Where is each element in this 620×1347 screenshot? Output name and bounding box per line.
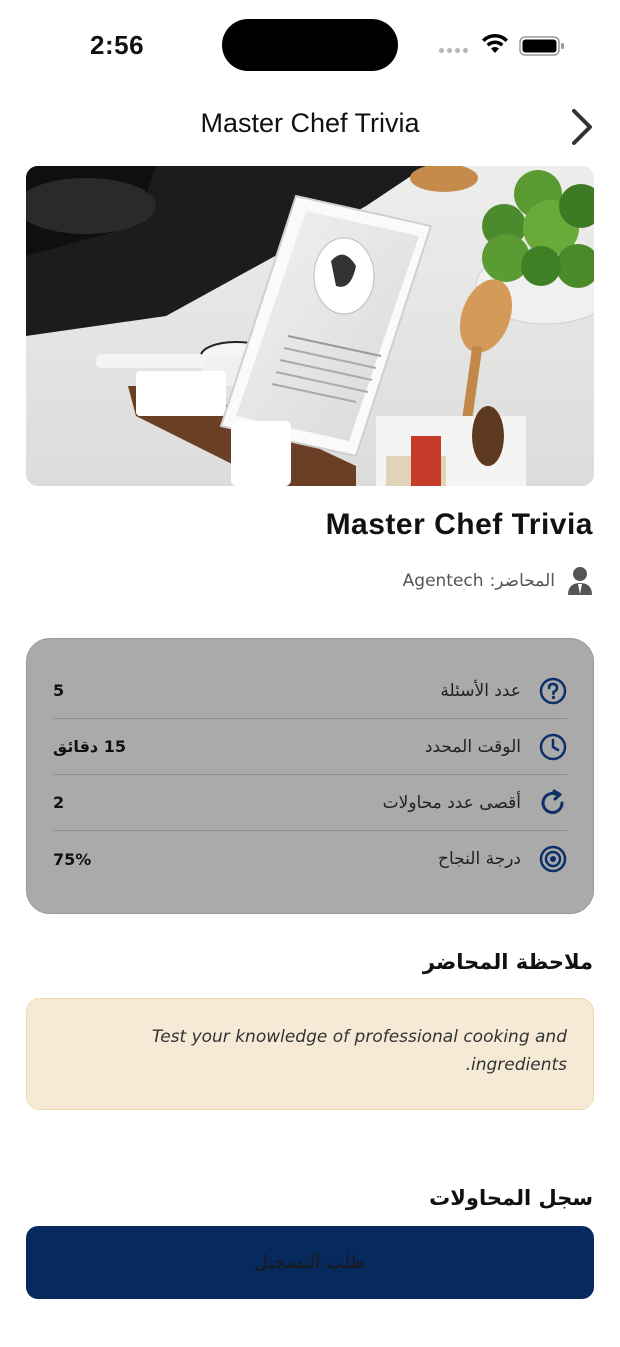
- register-button-label: طلب التسجيل: [254, 1252, 366, 1273]
- chevron-right-icon[interactable]: [566, 106, 598, 148]
- instructor-name: Agentech: [402, 571, 484, 591]
- course-title: Master Chef Trivia: [325, 508, 593, 541]
- info-value: 75%: [53, 849, 92, 869]
- course-cover-image: [26, 166, 594, 486]
- wifi-icon: [482, 33, 508, 53]
- status-time: 2:56: [90, 30, 145, 60]
- info-row-pass-score: درجة النجاح 75%: [53, 831, 567, 887]
- info-label: أقصى عدد محاولات: [382, 792, 521, 813]
- battery-icon: [519, 36, 564, 56]
- dynamic-island: [222, 19, 398, 71]
- quiz-info-card: عدد الأسئلة 5 الوقت المحدد 15 دقائق أقصى…: [26, 638, 594, 914]
- info-label: عدد الأسئلة: [440, 680, 521, 701]
- info-value: 15 دقائق: [53, 737, 126, 756]
- instructor-note-text: Test your knowledge of professional cook…: [151, 1027, 567, 1075]
- clock-icon: [539, 733, 567, 760]
- instructor-label: المحاضر:: [489, 571, 555, 591]
- course-details-screen: 2:56 Master Chef Trivia Master Chef Triv…: [0, 0, 620, 1347]
- refresh-icon: [541, 789, 564, 814]
- instructor-icon: [568, 567, 592, 595]
- instructor-note-box: Test your knowledge of professional cook…: [26, 998, 594, 1110]
- target-icon: [539, 845, 567, 873]
- instructor-note-heading: ملاحظة المحاضر: [422, 950, 593, 974]
- instructor-row: المحاضر: Agentech: [403, 566, 593, 596]
- nav-title: Master Chef Trivia: [200, 108, 420, 138]
- status-bar: 2:56: [0, 0, 620, 90]
- info-row-time-limit: الوقت المحدد 15 دقائق: [53, 719, 567, 775]
- question-circle-icon: [539, 677, 567, 704]
- instructor-text: المحاضر: Agentech: [403, 571, 555, 591]
- register-button[interactable]: طلب التسجيل: [26, 1226, 594, 1299]
- info-label: الوقت المحدد: [424, 736, 521, 757]
- cellular-signal-icon: [439, 48, 468, 53]
- info-value: 5: [53, 681, 65, 700]
- info-value: 2: [53, 793, 65, 812]
- info-row-questions: عدد الأسئلة 5: [53, 663, 567, 719]
- info-row-max-attempts: أقصى عدد محاولات 2: [53, 775, 567, 831]
- info-label: درجة النجاح: [438, 849, 521, 869]
- attempts-history-heading: سجل المحاولات: [429, 1186, 593, 1210]
